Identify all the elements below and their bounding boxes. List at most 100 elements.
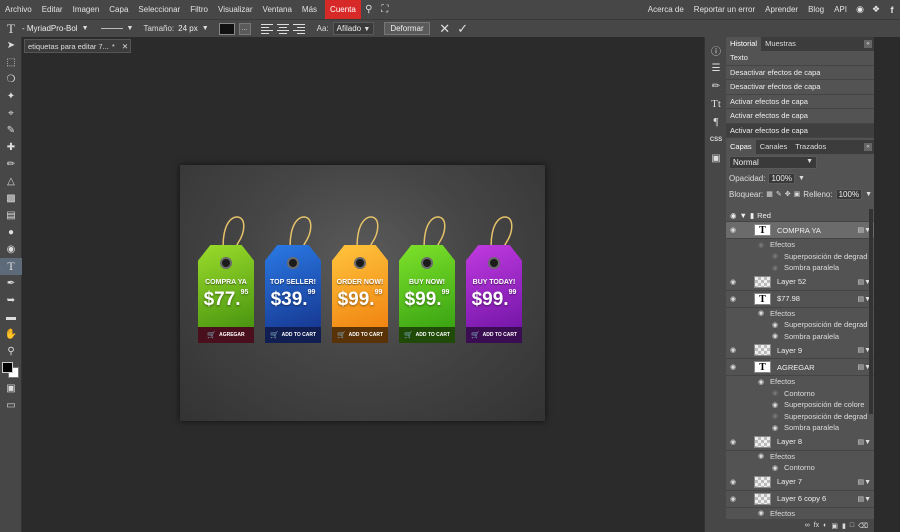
layer-row[interactable]: ◉ T COMPRA YA ▤▼ (726, 222, 874, 239)
tab-trazados[interactable]: Trazados (791, 140, 830, 154)
eye-icon[interactable]: ◉ (726, 226, 740, 234)
trash-icon[interactable]: ⌫ (858, 522, 868, 530)
gradient-tool-icon[interactable]: ▤ (0, 207, 22, 224)
lock-all-icon[interactable]: ▣ (794, 190, 801, 198)
panel-collapse-icon[interactable]: « (864, 40, 872, 48)
search-icon[interactable]: ⚲ (361, 4, 377, 15)
menu-blog[interactable]: Blog (803, 0, 829, 19)
eye-icon[interactable]: ◉ (730, 211, 737, 220)
eye-icon[interactable]: ◉ (768, 424, 782, 432)
layer-effect-row[interactable]: ◉ Superposición de degrad (726, 319, 874, 331)
healing-tool-icon[interactable]: ✚ (0, 139, 22, 156)
opacity-input[interactable]: 100% (768, 172, 795, 184)
dodge-tool-icon[interactable]: ◉ (0, 241, 22, 258)
layer-effect-row[interactable]: ◉ Superposición de degrad (726, 250, 874, 262)
layer-effect-row[interactable]: ◉ Superposición de degrad (726, 410, 874, 422)
antialias-select[interactable]: Afilado ▼ (332, 22, 375, 35)
layer-effect-row[interactable]: ◉ Efectos (726, 507, 874, 519)
align-center-icon[interactable] (276, 23, 289, 34)
eye-icon[interactable]: ◉ (726, 346, 740, 354)
warp-button[interactable]: Deformar (384, 22, 430, 35)
chevron-down-icon[interactable]: ▼ (865, 191, 872, 198)
path-select-tool-icon[interactable]: ➥ (0, 292, 22, 309)
eye-icon[interactable]: ◉ (726, 295, 740, 303)
cancel-icon[interactable]: ✕ (438, 21, 452, 37)
font-select[interactable]: - MyriadPro-Bol (22, 24, 78, 33)
eye-icon[interactable]: ◉ (726, 363, 740, 371)
layer-effect-row[interactable]: ◉ Sombra paralela (726, 262, 874, 274)
eye-icon[interactable]: ◉ (754, 241, 768, 249)
menu-acerca[interactable]: Acerca de (643, 0, 689, 19)
eye-icon[interactable]: ◉ (726, 278, 740, 286)
menu-api[interactable]: API (829, 0, 852, 19)
layer-row[interactable]: ◉ Layer 9 ▤▼ (726, 342, 874, 359)
image-canvas[interactable]: COMPRA YA $77.95 🛒 AGREGAR TOP SELLER! $39.99… (180, 165, 545, 421)
text-color-swatch[interactable] (218, 22, 235, 35)
adjustment-icon[interactable]: ◐ (823, 522, 827, 529)
reddit-icon[interactable]: ◉ (852, 4, 868, 15)
menu-capa[interactable]: Capa (104, 0, 133, 19)
mask-icon[interactable]: ▣ (831, 522, 838, 530)
lock-position-icon[interactable]: ✥ (785, 190, 791, 198)
move-tool-icon[interactable]: ➤ (0, 37, 22, 54)
brush-tool-icon[interactable]: ✏ (0, 156, 22, 173)
layer-row[interactable]: ◉ T AGREGAR ▤▼ (726, 359, 874, 376)
more-options-button[interactable]: ... (238, 22, 251, 35)
new-group-icon[interactable]: ▮ (842, 522, 846, 530)
history-item-current[interactable]: Activar efectos de capa (726, 123, 874, 138)
layer-effect-row[interactable]: ◉ Superposición de colore (726, 399, 874, 411)
screen-mode-icon[interactable]: ▭ (0, 397, 22, 414)
eye-icon[interactable]: ◉ (726, 438, 740, 446)
menu-editar[interactable]: Editar (37, 0, 68, 19)
document-tab[interactable]: etiquetas para editar 7... * ✕ (24, 39, 131, 53)
menu-reportar[interactable]: Reportar un error (689, 0, 760, 19)
eye-icon[interactable]: ◉ (768, 252, 782, 260)
quick-mask-icon[interactable]: ▣ (0, 380, 22, 397)
commit-check-icon[interactable]: ✓ (456, 21, 470, 37)
layer-row[interactable]: ◉ Layer 6 copy 6 ▤▼ (726, 490, 874, 508)
layer-options-icon[interactable]: ▤▼ (857, 495, 871, 503)
menu-filtro[interactable]: Filtro (185, 0, 213, 19)
color-swatches[interactable] (0, 360, 22, 380)
layer-row[interactable]: ◉ Layer 7 ▤▼ (726, 473, 874, 491)
layer-row[interactable]: ◉ T $77.98 ▤▼ (726, 290, 874, 308)
eraser-tool-icon[interactable]: ▩ (0, 190, 22, 207)
eye-icon[interactable]: ◉ (768, 412, 782, 420)
menu-imagen[interactable]: Imagen (68, 0, 105, 19)
layer-effect-row[interactable]: ◉ Contorno (726, 462, 874, 474)
layer-effect-row[interactable]: ◉ Sombra paralela (726, 330, 874, 342)
eye-icon[interactable]: ◉ (768, 264, 782, 272)
fx-icon[interactable]: fx (814, 522, 819, 529)
chevron-down-icon[interactable]: ▼ (740, 211, 747, 220)
layer-group[interactable]: ◉ ▼ ▮ Red (726, 209, 874, 222)
history-item[interactable]: Desactivar efectos de capa (726, 80, 874, 95)
eye-icon[interactable]: ◉ (754, 509, 768, 517)
chevron-down-icon[interactable]: ▼ (127, 25, 134, 32)
fullscreen-icon[interactable]: ⛶ (377, 4, 393, 15)
layers-scrollbar[interactable] (869, 209, 873, 414)
eye-icon[interactable]: ◉ (754, 378, 768, 386)
eye-icon[interactable]: ◉ (754, 309, 768, 317)
menu-archivo[interactable]: Archivo (0, 0, 37, 19)
blur-tool-icon[interactable]: ● (0, 224, 22, 241)
type-tool-icon[interactable]: T (0, 258, 22, 275)
paragraph-icon[interactable]: ¶ (705, 113, 727, 131)
fill-input[interactable]: 100% (835, 188, 863, 200)
layer-effect-row[interactable]: ◉ Efectos (726, 239, 874, 251)
history-item[interactable]: Activar efectos de capa (726, 109, 874, 124)
line-style-icon[interactable] (100, 28, 123, 29)
layer-effect-row[interactable]: ◉ Efectos (726, 307, 874, 319)
history-item[interactable]: Texto (726, 51, 874, 66)
tab-historial[interactable]: Historial (726, 37, 762, 51)
twitter-icon[interactable]: ❖ (868, 4, 884, 15)
menu-seleccionar[interactable]: Seleccionar (133, 0, 185, 19)
hand-tool-icon[interactable]: ✋ (0, 326, 22, 343)
properties-icon[interactable]: ☰ (705, 59, 727, 77)
align-right-icon[interactable] (292, 23, 305, 34)
eyedropper-tool-icon[interactable]: ✎ (0, 122, 22, 139)
stamp-tool-icon[interactable]: △ (0, 173, 22, 190)
menu-visualizar[interactable]: Visualizar (213, 0, 258, 19)
link-icon[interactable]: ∞ (805, 522, 810, 529)
lasso-tool-icon[interactable]: ❍ (0, 71, 22, 88)
crop-tool-icon[interactable]: ⌖ (0, 105, 22, 122)
